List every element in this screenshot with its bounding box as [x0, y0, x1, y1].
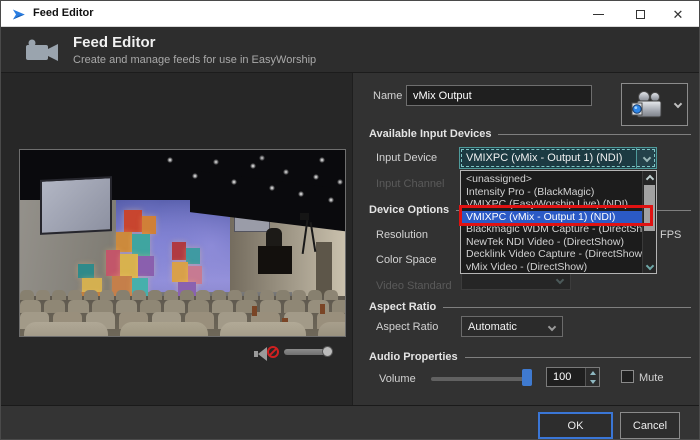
- chevron-down-icon: [645, 262, 653, 270]
- input-device-select[interactable]: VMIXPC (vMix - Output 1) (NDI): [459, 147, 657, 169]
- down-arrow-icon: [590, 380, 596, 384]
- dropdown-option[interactable]: NewTek NDI Video - (DirectShow): [461, 236, 642, 249]
- color-space-label: Color Space: [376, 254, 437, 266]
- resolution-label: Resolution: [376, 229, 428, 241]
- volume-slider[interactable]: [431, 377, 531, 381]
- video-preview: [19, 149, 346, 337]
- section-audio-properties: Audio Properties: [369, 351, 691, 363]
- name-label: Name: [373, 90, 402, 102]
- dialog-title: Feed Editor: [73, 34, 156, 51]
- chevron-down-icon: [548, 322, 556, 330]
- input-device-dropdown-button[interactable]: [636, 148, 656, 168]
- chevron-up-icon: [645, 174, 653, 182]
- dropdown-option[interactable]: VMIXPC (EasyWorship Live) (NDI): [461, 198, 642, 211]
- aspect-ratio-select[interactable]: Automatic: [461, 316, 563, 337]
- volume-value: 100: [547, 368, 585, 386]
- up-arrow-icon: [590, 371, 596, 375]
- settings-panel: Name Available Input Devices Input Devic…: [353, 73, 700, 405]
- dropdown-option[interactable]: Blackmagic WDM Capture - (DirectShow): [461, 223, 642, 236]
- volume-increment-button[interactable]: [586, 368, 599, 377]
- dropdown-option[interactable]: Decklink Video Capture - (DirectShow): [461, 248, 642, 261]
- input-device-label: Input Device: [376, 152, 437, 164]
- maximize-button[interactable]: [623, 1, 657, 27]
- fps-label: FPS: [660, 229, 681, 241]
- dropdown-scrollbar[interactable]: [642, 171, 656, 273]
- camera-icon: [629, 90, 669, 121]
- camera-operator-chair: [266, 228, 282, 248]
- input-channel-label: Input Channel: [376, 178, 445, 190]
- scroll-down-button[interactable]: [643, 261, 656, 273]
- minimize-icon: [593, 14, 604, 15]
- easyworship-app-icon: [11, 7, 26, 22]
- chevron-down-icon: [642, 154, 650, 162]
- dropdown-option-selected[interactable]: VMIXPC (vMix - Output 1) (NDI): [461, 211, 642, 224]
- dialog-header: Feed Editor Create and manage feeds for …: [1, 27, 700, 73]
- dropdown-option[interactable]: vMix Video - (DirectShow): [461, 261, 642, 274]
- projection-screen: [40, 176, 112, 235]
- camera-button-chevron-icon: [674, 100, 682, 108]
- preview-volume-thumb[interactable]: [322, 346, 333, 357]
- camera-source-button[interactable]: [621, 83, 688, 126]
- volume-spinner[interactable]: 100: [546, 367, 600, 387]
- dropdown-option[interactable]: Intensity Pro - (BlackMagic): [461, 186, 642, 199]
- feed-editor-dialog: Feed Editor ✕ Feed Editor Create and man…: [0, 0, 700, 440]
- video-camera-icon: [25, 37, 61, 64]
- section-available-input-devices: Available Input Devices: [369, 128, 691, 140]
- cancel-button[interactable]: Cancel: [620, 412, 680, 439]
- chevron-down-icon: [556, 276, 564, 284]
- volume-decrement-button[interactable]: [586, 377, 599, 386]
- scroll-up-button[interactable]: [643, 171, 656, 183]
- name-input[interactable]: [406, 85, 592, 106]
- video-standard-label: Video Standard: [376, 280, 452, 292]
- dropdown-option[interactable]: <unassigned>: [461, 173, 642, 186]
- volume-slider-thumb[interactable]: [522, 369, 532, 386]
- dialog-footer: OK Cancel: [1, 405, 700, 440]
- ok-button[interactable]: OK: [538, 412, 613, 439]
- titlebar[interactable]: Feed Editor ✕: [1, 1, 700, 27]
- mute-label: Mute: [639, 372, 663, 384]
- minimize-button[interactable]: [581, 1, 615, 27]
- section-aspect-ratio: Aspect Ratio: [369, 301, 691, 313]
- close-button[interactable]: ✕: [661, 1, 695, 27]
- maximize-icon: [636, 10, 645, 19]
- preview-panel: [1, 73, 353, 405]
- aspect-ratio-label: Aspect Ratio: [376, 321, 438, 333]
- window-title: Feed Editor: [33, 7, 94, 19]
- scrollbar-thumb[interactable]: [644, 185, 655, 231]
- camera-platform: [258, 246, 292, 274]
- input-device-dropdown-list: <unassigned> Intensity Pro - (BlackMagic…: [460, 170, 657, 274]
- mute-slash-icon[interactable]: [267, 346, 279, 358]
- dialog-subtitle: Create and manage feeds for use in EasyW…: [73, 54, 316, 66]
- mute-checkbox[interactable]: [621, 370, 634, 383]
- volume-label: Volume: [379, 373, 416, 385]
- close-icon: ✕: [673, 8, 684, 21]
